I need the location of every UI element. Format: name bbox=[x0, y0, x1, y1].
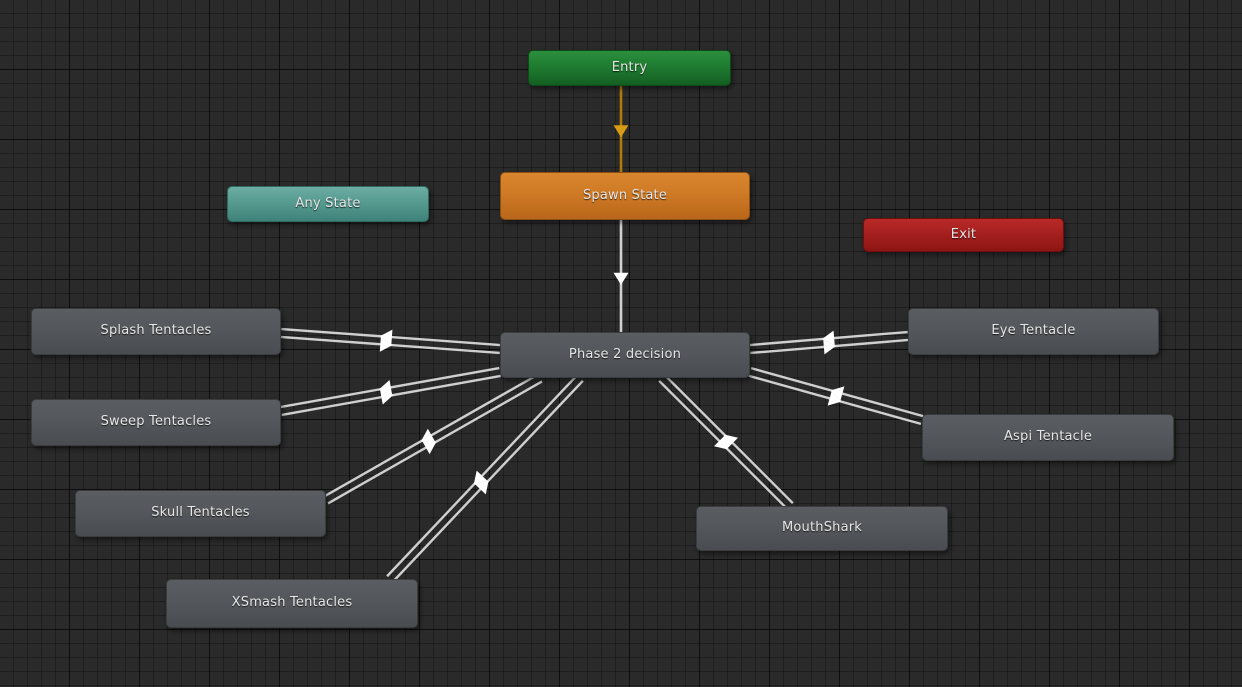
transition-arrowhead-reverse bbox=[474, 480, 489, 495]
transition-line-forward[interactable] bbox=[658, 379, 789, 510]
state-node-label: Phase 2 decision bbox=[568, 346, 682, 362]
transition-phase2-eye[interactable] bbox=[749, 330, 909, 355]
transition-arrowhead bbox=[613, 272, 629, 285]
transition-arrowhead-forward bbox=[379, 329, 393, 345]
transition-arrowhead-reverse bbox=[822, 330, 835, 346]
state-node-exit[interactable]: Exit bbox=[863, 218, 1064, 252]
state-node-label: MouthShark bbox=[781, 520, 863, 535]
transition-phase2-xsmash[interactable] bbox=[386, 374, 584, 583]
transition-line-forward[interactable] bbox=[386, 374, 578, 578]
transition-phase2-aspi[interactable] bbox=[748, 366, 924, 426]
transition-arrowhead-reverse bbox=[380, 389, 394, 405]
transition-arrowhead-forward bbox=[823, 339, 836, 355]
transition-line-reverse[interactable] bbox=[281, 374, 501, 417]
state-node-mouthshark[interactable]: MouthShark bbox=[696, 506, 948, 551]
state-node-label: Eye Tentacle bbox=[991, 323, 1076, 338]
animator-state-machine-canvas[interactable]: Entry Any State Spawn State Exit Phase 2 dec… bbox=[0, 0, 1242, 687]
state-node-splash_tentacles[interactable]: Splash Tentacles bbox=[31, 308, 281, 355]
transition-phase2-sweep[interactable] bbox=[280, 366, 501, 417]
transition-line-reverse[interactable] bbox=[280, 335, 500, 355]
state-node-any_state[interactable]: Any State bbox=[227, 186, 429, 222]
state-node-label: Exit bbox=[950, 226, 977, 242]
state-node-xsmash_tentacles[interactable]: XSmash Tentacles bbox=[166, 579, 418, 628]
transition-line-reverse[interactable] bbox=[750, 366, 924, 418]
transition-entry-to-spawn[interactable] bbox=[613, 86, 629, 172]
transition-arrowhead-reverse bbox=[422, 441, 437, 455]
state-node-phase2_decision[interactable]: Phase 2 decision bbox=[500, 332, 750, 378]
transition-line-forward[interactable] bbox=[323, 373, 539, 498]
transition-arrowhead-reverse bbox=[379, 336, 393, 352]
transition-line-forward[interactable] bbox=[750, 338, 909, 355]
transition-arrowhead-forward bbox=[473, 470, 488, 485]
state-node-label: Aspi Tentacle bbox=[1003, 429, 1093, 444]
transition-line-reverse[interactable] bbox=[327, 380, 543, 505]
transition-arrowhead-forward bbox=[827, 391, 842, 406]
transition-arrowhead-forward bbox=[713, 435, 728, 450]
transition-phase2-mouthshark[interactable] bbox=[658, 374, 794, 510]
state-node-label: Sweep Tentacles bbox=[100, 414, 212, 429]
state-node-label: XSmash Tentacles bbox=[231, 595, 353, 610]
transition-arrowhead bbox=[613, 125, 629, 138]
transition-line-reverse[interactable] bbox=[392, 379, 584, 583]
transition-arrowhead-reverse bbox=[724, 434, 739, 449]
state-node-label: Spawn State bbox=[582, 187, 668, 203]
state-node-skull_tentacles[interactable]: Skull Tentacles bbox=[75, 490, 326, 537]
transition-line-reverse[interactable] bbox=[663, 374, 794, 505]
transition-spawn-to-phase2[interactable] bbox=[613, 220, 629, 332]
transition-phase2-skull[interactable] bbox=[323, 373, 543, 505]
transition-line-forward[interactable] bbox=[281, 327, 501, 347]
state-node-spawn_state[interactable]: Spawn State bbox=[500, 172, 750, 220]
state-node-label: Any State bbox=[295, 195, 361, 211]
state-node-sweep_tentacles[interactable]: Sweep Tentacles bbox=[31, 399, 281, 446]
transition-line-reverse[interactable] bbox=[749, 330, 908, 347]
state-node-eye_tentacle[interactable]: Eye Tentacle bbox=[908, 308, 1159, 355]
transition-phase2-splash[interactable] bbox=[280, 327, 501, 355]
transition-line-forward[interactable] bbox=[748, 374, 922, 426]
state-node-entry[interactable]: Entry bbox=[528, 50, 731, 86]
state-node-label: Splash Tentacles bbox=[100, 323, 212, 338]
transition-arrowhead-forward bbox=[421, 428, 436, 442]
transition-arrowhead-reverse bbox=[830, 386, 845, 401]
transition-arrowhead-forward bbox=[378, 380, 393, 395]
transition-line-forward[interactable] bbox=[280, 366, 500, 409]
state-node-label: Entry bbox=[611, 59, 648, 75]
state-node-label: Skull Tentacles bbox=[151, 505, 250, 520]
state-node-aspi_tentacle[interactable]: Aspi Tentacle bbox=[922, 414, 1174, 461]
